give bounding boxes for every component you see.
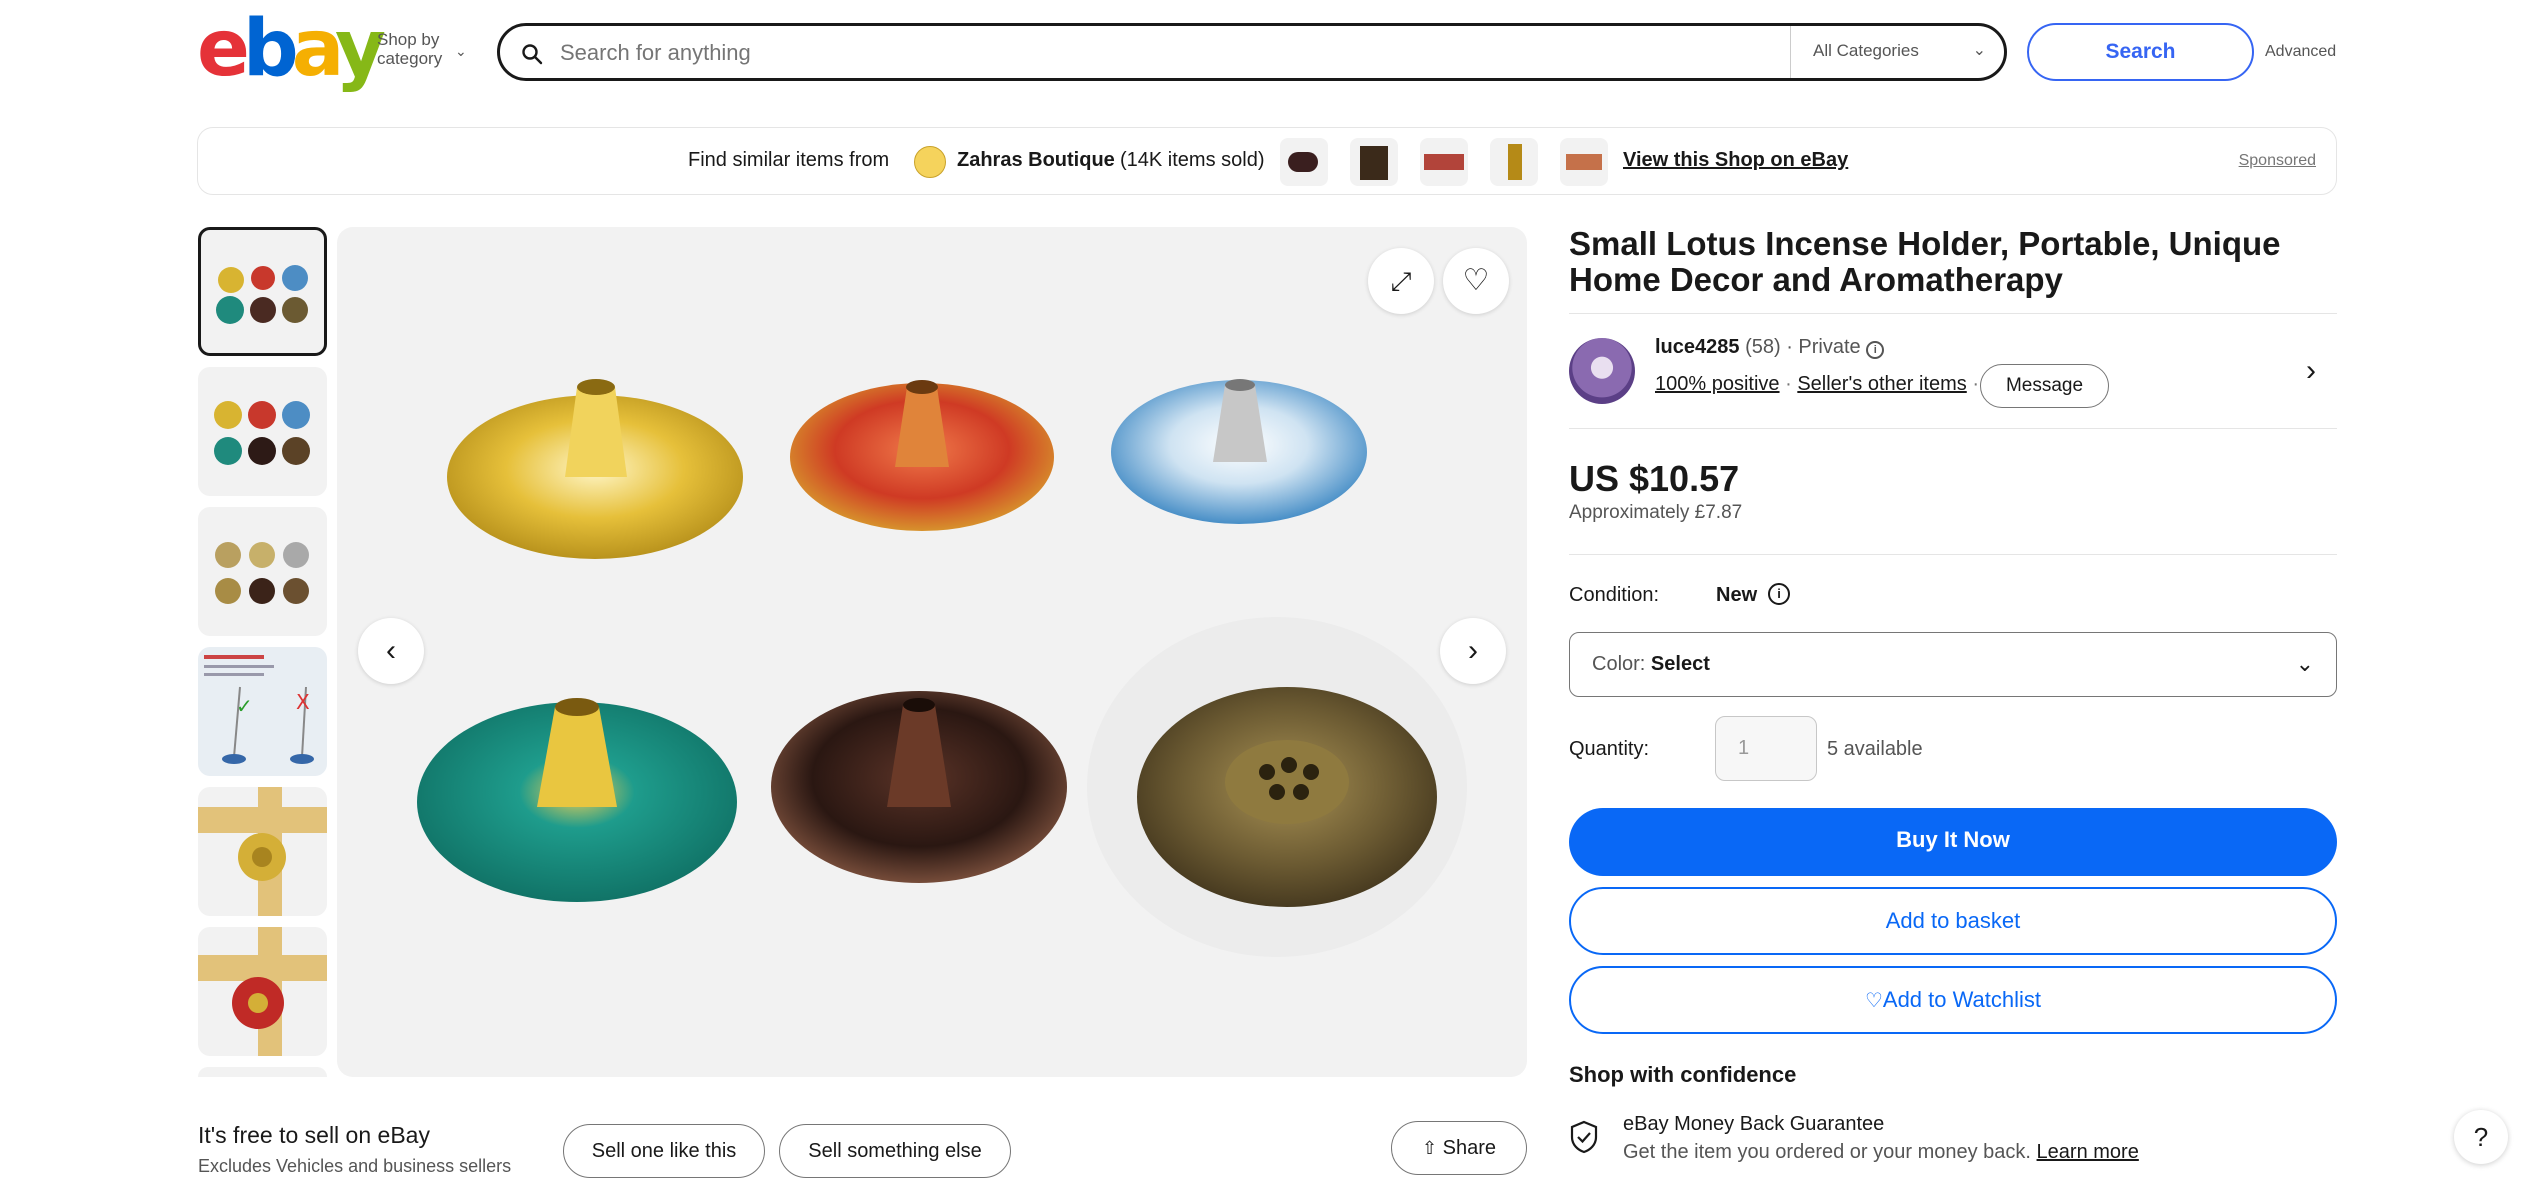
color-select[interactable]: Color: Select ⌄ [1569,632,2337,697]
items-sold: (14K items sold) [1120,149,1265,171]
color-label: Color: [1592,653,1646,675]
sell-one-like-this-button[interactable]: Sell one like this [563,1124,765,1178]
svg-text:X: X [296,690,310,714]
search-input[interactable] [560,36,1660,70]
chevron-down-icon: ⌄ [2295,651,2314,676]
shop-item-thumbnail[interactable] [1490,138,1538,186]
lotus-holders-thumbnail-image [216,265,308,324]
quantity-input[interactable]: 1 [1715,716,1817,781]
image-thumbnail[interactable] [198,367,327,496]
shield-check-icon [1570,1120,1598,1154]
sell-something-else-button[interactable]: Sell something else [779,1124,1011,1178]
ruler-red-thumbnail-image [198,927,327,1056]
logo-letter-b: b [242,4,299,94]
heart-icon: ♡ [1864,990,1883,1012]
shop-by-category-button[interactable]: Shop by category ⌄ [377,30,467,68]
image-thumbnail[interactable] [198,927,327,1056]
search-icon [522,44,543,65]
shop-name[interactable]: Zahras Boutique [957,149,1115,172]
help-button[interactable]: ? [2454,1110,2508,1164]
add-to-watchlist-label: Add to Watchlist [1882,987,2042,1012]
money-back-guarantee-text: Get the item you ordered or your money b… [1623,1141,2139,1164]
similar-items-banner: Find similar items from Zahras Boutique … [197,127,2337,195]
info-icon[interactable]: i [1768,583,1790,605]
mbg-description: Get the item you ordered or your money b… [1623,1141,2031,1163]
advanced-search-link[interactable]: Advanced [2265,43,2336,61]
share-icon: ⇧ [1421,1138,1438,1158]
separator-dot: · [1972,373,1979,395]
svg-text:✓: ✓ [236,694,253,718]
category-label: category [377,49,443,68]
separator-dot: · [1785,373,1792,395]
image-thumbnail[interactable] [198,507,327,636]
approx-price: Approximately £7.87 [1569,502,1743,523]
free-to-sell-subtext: Excludes Vehicles and business sellers [198,1156,512,1176]
chevron-right-icon[interactable]: › [2306,354,2316,388]
chevron-down-icon: ⌄ [1972,42,1986,59]
previous-image-chevron-icon[interactable]: ‹ [358,618,424,684]
search-button[interactable]: Search [2027,23,2254,81]
watchlist-heart-icon[interactable]: ♡ [1443,248,1509,314]
ebay-logo[interactable]: ebay [197,10,386,88]
seller-links: 100% positive · Seller's other items · [1655,373,1979,396]
info-icon[interactable]: i [1866,341,1885,359]
view-shop-link[interactable]: View this Shop on eBay [1623,149,1848,172]
share-label: Share [1442,1137,1497,1159]
seller-feedback-count: (58) [1745,336,1781,358]
category-select-label: All Categories [1813,41,1919,60]
seller-name[interactable]: luce4285 [1655,336,1740,358]
logo-letter-a: a [291,4,342,94]
shop-item-thumbnail[interactable] [1420,138,1468,186]
image-thumbnail[interactable] [198,787,327,916]
banner-prefix: Find similar items from [688,149,890,171]
shop-with-confidence-heading: Shop with confidence [1569,1062,1797,1087]
category-select[interactable]: All Categories ⌄ [1790,26,2004,78]
search-bar: All Categories ⌄ [497,23,2007,81]
seller-avatar[interactable] [1569,338,1635,404]
money-back-guarantee-title: eBay Money Back Guarantee [1623,1113,1885,1135]
ruler-gold-thumbnail-image [198,787,327,916]
buy-it-now-button[interactable]: Buy It Now [1569,808,2337,876]
shop-item-thumbnail[interactable] [1560,138,1608,186]
price: US $10.57 [1569,458,1740,499]
product-title: Small Lotus Incense Holder, Portable, Un… [1569,225,2281,298]
condition-label: Condition: [1569,584,1660,606]
size-guide-thumbnail-image: ✓ X [204,655,314,764]
lotus-holders-thumbnail-image [214,401,310,465]
divider [1569,428,2337,429]
shop-item-thumbnail[interactable] [1350,138,1398,186]
image-thumbnail[interactable] [198,1067,327,1077]
divider [1569,313,2337,314]
add-to-basket-button[interactable]: Add to basket [1569,887,2337,955]
image-thumbnail[interactable] [198,227,327,356]
positive-feedback-link[interactable]: 100% positive [1655,373,1780,395]
add-to-watchlist-button[interactable]: ♡Add to Watchlist [1569,966,2337,1034]
logo-letter-y: y [335,4,386,94]
seller-private-label: · Private [1786,336,1861,358]
free-to-sell-heading: It's free to sell on eBay [198,1122,430,1148]
seller-other-items-link[interactable]: Seller's other items [1797,373,1966,395]
shop-logo-icon [914,146,946,178]
expand-icon[interactable]: ⤢ [1368,248,1434,314]
shop-item-thumbnail[interactable] [1280,138,1328,186]
logo-letter-e: e [197,4,250,94]
condition-value: New [1716,584,1758,606]
lotus-holders-thumbnail-image [215,542,309,604]
seller-info: luce4285 (58) · Private i [1655,336,1885,359]
sponsored-label[interactable]: Sponsored [2239,152,2316,170]
chevron-down-icon: ⌄ [455,43,467,59]
share-button[interactable]: ⇧ Share [1391,1121,1527,1175]
main-product-image[interactable] [337,227,1527,1077]
image-thumbnail[interactable]: ✓ X [198,647,327,776]
divider [1569,554,2337,555]
shop-by-label: Shop by [377,30,440,49]
color-value: Select [1650,653,1710,675]
message-seller-button[interactable]: Message [1980,364,2109,408]
quantity-label: Quantity: [1569,738,1650,760]
next-image-chevron-icon[interactable]: › [1440,618,1506,684]
available-count: 5 available [1827,738,1923,760]
lotus-incense-holders-photo [417,379,1467,957]
learn-more-link[interactable]: Learn more [2037,1141,2139,1163]
